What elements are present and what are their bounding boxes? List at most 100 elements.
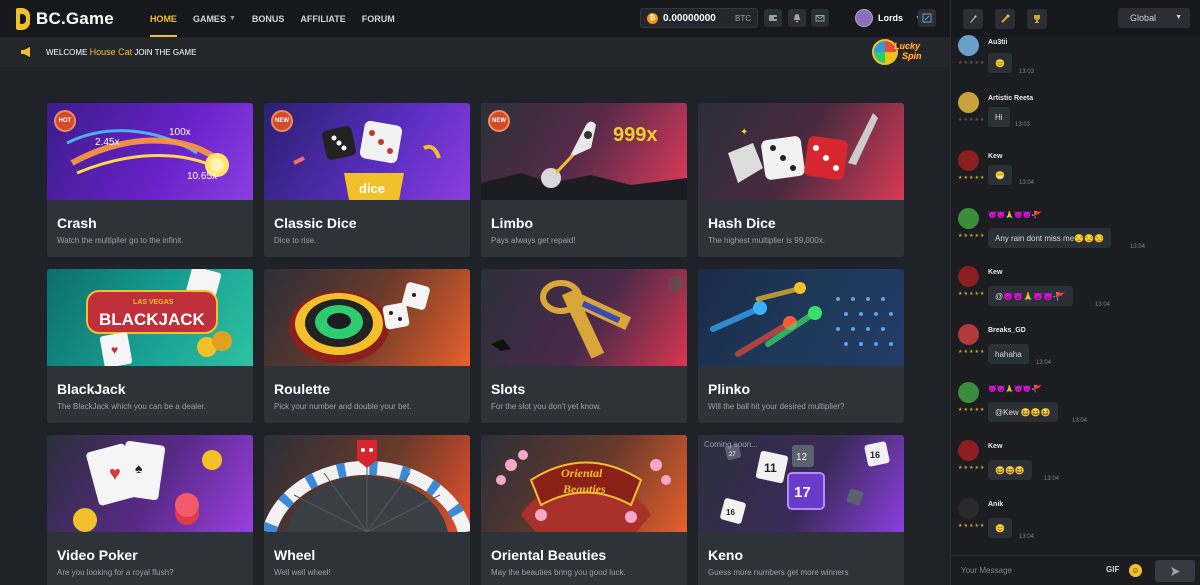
limbo-artwork: 999x xyxy=(481,103,687,200)
avatar[interactable] xyxy=(958,382,979,403)
game-title: Keno xyxy=(708,547,743,563)
dice-pedestal-label: dice xyxy=(359,181,385,196)
game-card-crash[interactable]: 2.45x 100x 10.65x HOT Crash Watch the mu… xyxy=(47,103,253,257)
game-title: Crash xyxy=(57,215,97,231)
game-card-blackjack[interactable]: LAS VEGAS BLACKJACK ♥ BlackJack The Blac… xyxy=(47,269,253,423)
wallet-button[interactable] xyxy=(764,9,782,27)
game-card-limbo[interactable]: 999x NEW Limbo Pays always get repaid! xyxy=(481,103,687,257)
chat-timestamp: 13:03 xyxy=(1019,69,1035,75)
emoji-icon[interactable]: ☺ xyxy=(1129,564,1142,577)
bell-icon xyxy=(793,14,801,23)
game-card-keno[interactable]: Coming soon... 27 11 12 16 17 16 Keno Gu… xyxy=(698,435,904,585)
welcome-suffix: JOIN THE GAME xyxy=(134,48,197,57)
game-card-roulette[interactable]: Roulette Pick your number and double you… xyxy=(264,269,470,423)
game-title: Plinko xyxy=(708,381,751,397)
avatar[interactable] xyxy=(958,150,979,171)
chat-message: Kew ★★★★★ @😈😈🙏😈😈-🚩 13:04 xyxy=(958,266,1188,312)
game-card-hash-dice[interactable]: ✦ Hash Dice The highest multiplier is 99… xyxy=(698,103,904,257)
logo[interactable]: BC.Game xyxy=(16,7,114,30)
user-menu[interactable]: Lords ▼ xyxy=(855,9,922,27)
new-badge: NEW xyxy=(488,110,510,132)
user-rank-stars: ★★★★★ xyxy=(958,465,986,471)
notifications-button[interactable] xyxy=(788,9,806,27)
chat-username[interactable]: Breaks_GD xyxy=(988,327,1026,334)
avatar[interactable] xyxy=(958,266,979,287)
keno-artwork: Coming soon... 27 11 12 16 17 16 xyxy=(698,435,904,532)
chat-username[interactable]: Kew xyxy=(988,443,1002,450)
nav-affiliate[interactable]: AFFILIATE xyxy=(292,0,353,37)
gif-button[interactable]: GIF xyxy=(1106,565,1119,574)
lucky-spin-button[interactable]: Lucky Spin xyxy=(872,39,930,67)
welcome-message: WELCOME House Cat JOIN THE GAME xyxy=(46,47,196,57)
chat-username[interactable]: 😈😈🙏😈😈-🚩 xyxy=(988,385,1043,393)
game-title: Limbo xyxy=(491,215,533,231)
chat-timestamp: 13:04 xyxy=(1036,360,1052,366)
chat-username[interactable]: 😈😈🙏😈😈-🚩 xyxy=(988,211,1043,219)
nav-games[interactable]: GAMES ▼ xyxy=(185,0,244,37)
video-poker-artwork: ♥ ♠ xyxy=(47,435,253,532)
chevron-down-icon: ▼ xyxy=(1175,14,1182,21)
avatar[interactable] xyxy=(958,324,979,345)
main-nav: HOME GAMES ▼ BONUS AFFILIATE FORUM xyxy=(142,0,403,37)
chat-message-input[interactable]: Your Message xyxy=(961,566,1012,575)
game-title: Oriental Beauties xyxy=(491,547,607,563)
game-description: For the slot you don't yet know. xyxy=(491,402,602,411)
chat-bubble: @Kew 😆😆😆 xyxy=(988,402,1058,422)
avatar[interactable] xyxy=(958,208,979,229)
game-title: Video Poker xyxy=(57,547,138,563)
chat-bubble: 😆😆😆 xyxy=(988,460,1032,480)
game-description: Will the ball hit your desired multiplie… xyxy=(708,402,845,411)
wheel-illustration xyxy=(264,440,470,532)
nav-forum[interactable]: FORUM xyxy=(354,0,403,37)
chat-username[interactable]: Artistic Reeta xyxy=(988,95,1033,102)
wallet-icon xyxy=(769,15,777,21)
lucky-spin-label: Lucky Spin xyxy=(894,41,922,61)
chat-bubble: @😈😈🙏😈😈-🚩 xyxy=(988,286,1073,306)
game-card-video-poker[interactable]: ♥ ♠ Video Poker Are you looking for a ro… xyxy=(47,435,253,585)
chat-username[interactable]: Au3tii xyxy=(988,39,1007,46)
chat-username[interactable]: Anik xyxy=(988,501,1003,508)
user-rank-stars: ★★★★★ xyxy=(958,349,986,355)
game-card-slots[interactable]: Slots For the slot you don't yet know. xyxy=(481,269,687,423)
game-description: Are you looking for a royal flush? xyxy=(57,568,174,577)
heart-icon: ♥ xyxy=(109,463,121,485)
nav-bonus[interactable]: BONUS xyxy=(244,0,293,37)
game-card-oriental-beauties[interactable]: Oriental Beauties Oriental Beauties May … xyxy=(481,435,687,585)
chat-message: Kew ★★★★★ 😆😆😆 13:04 xyxy=(958,440,1188,484)
game-title: Roulette xyxy=(274,381,330,397)
chat-bubble: Hi xyxy=(988,107,1010,127)
game-description: Pick your number and double your bet. xyxy=(274,402,412,411)
game-description: Dice to rise. xyxy=(274,236,317,245)
chat-timestamp: 13:04 xyxy=(1130,244,1146,250)
chat-tab-trophy[interactable] xyxy=(1027,8,1047,29)
oriental-sign-illustration: Oriental Beauties xyxy=(496,450,671,532)
game-card-wheel[interactable]: Wheel Well well wheel! xyxy=(264,435,470,585)
avatar[interactable] xyxy=(958,92,979,113)
game-card-classic-dice[interactable]: dice NEW Classic Dice Dice to rise. xyxy=(264,103,470,257)
chat-header: Global ▼ xyxy=(951,0,1200,37)
nav-home[interactable]: HOME xyxy=(142,0,185,37)
wallet-balance[interactable]: ₿ 0.00000000 BTC xyxy=(640,8,758,28)
game-card-plinko[interactable]: Plinko Will the ball hit your desired mu… xyxy=(698,269,904,423)
messages-button[interactable] xyxy=(811,9,829,27)
chat-message: Anik ★★★★★ 😊 13:04 xyxy=(958,498,1188,542)
game-title: BlackJack xyxy=(57,381,126,397)
lucky-spin-line2: Spin xyxy=(902,51,922,61)
send-button[interactable] xyxy=(1155,560,1195,582)
toggle-chat-button[interactable] xyxy=(918,9,936,27)
avatar[interactable] xyxy=(958,440,979,461)
avatar[interactable] xyxy=(958,498,979,519)
keno-tile: 27 xyxy=(729,452,736,458)
nav-home-label: HOME xyxy=(149,13,177,24)
avatar[interactable] xyxy=(958,35,979,56)
chat-channel-select[interactable]: Global ▼ xyxy=(1118,8,1190,28)
chat-username[interactable]: Kew xyxy=(988,153,1002,160)
lucky-spin-line1: Lucky xyxy=(894,41,921,51)
chat-tab-rocket[interactable] xyxy=(963,8,983,29)
chat-username[interactable]: Kew xyxy=(988,269,1002,276)
chat-tab-fire[interactable] xyxy=(995,8,1015,29)
game-description: Pays always get repaid! xyxy=(491,236,576,245)
plinko-balls-illustration xyxy=(710,282,893,357)
oriental-sign-line1: Oriental xyxy=(561,466,603,480)
chat-message: Artistic Reeta ★★★★★ Hi 13:03 xyxy=(958,92,1188,134)
